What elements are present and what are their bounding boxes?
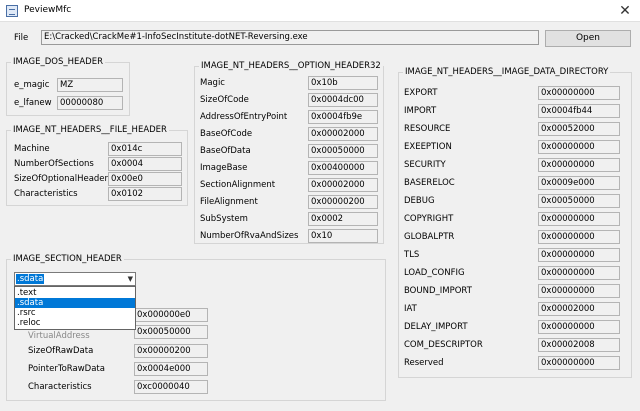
- data-dir-label: SECURITY: [404, 160, 446, 170]
- option-header-title: IMAGE_NT_HEADERS__OPTION_HEADER32: [199, 61, 383, 71]
- data-dir-label: EXEEPTION: [404, 142, 452, 152]
- option-field-label: SizeOfCode: [200, 95, 249, 105]
- option-field-value[interactable]: 0x00400000: [308, 161, 378, 175]
- section-field-label: VirtualAddress: [28, 331, 90, 341]
- data-dir-label: BASERELOC: [404, 178, 455, 188]
- file-header-field-value[interactable]: 0x014c: [108, 142, 182, 156]
- data-dir-label: TLS: [404, 250, 420, 260]
- dos-field-value[interactable]: 00000080: [57, 96, 123, 110]
- data-dir-value[interactable]: 0x00000000: [538, 356, 620, 370]
- data-dir-value[interactable]: 0x00000000: [538, 230, 620, 244]
- data-dir-value[interactable]: 0x00000000: [538, 140, 620, 154]
- dropdown-option[interactable]: .reloc: [15, 318, 135, 328]
- section-header-title: IMAGE_SECTION_HEADER: [11, 254, 124, 264]
- data-dir-label: GLOBALPTR: [404, 232, 455, 242]
- data-dir-value[interactable]: 0x00000000: [538, 212, 620, 226]
- file-header-field-label: Characteristics: [14, 189, 78, 199]
- data-dir-label: EXPORT: [404, 88, 438, 98]
- data-dir-label: LOAD_CONFIG: [404, 268, 465, 278]
- data-dir-label: IAT: [404, 304, 417, 314]
- data-dir-value[interactable]: 0x00000000: [538, 86, 620, 100]
- data-dir-label: DEBUG: [404, 196, 435, 206]
- dos-field-label: e_magic: [14, 80, 50, 90]
- dropdown-option[interactable]: .rsrc: [15, 308, 135, 318]
- dos-field-value[interactable]: MZ: [57, 78, 123, 92]
- data-dir-value[interactable]: 0x00052000: [538, 122, 620, 136]
- data-dir-value[interactable]: 0x00000000: [538, 266, 620, 280]
- option-field-label: FileAlignment: [200, 197, 258, 207]
- data-dir-label: RESOURCE: [404, 124, 451, 134]
- file-header-title: IMAGE_NT_HEADERS__FILE_HEADER: [11, 125, 169, 135]
- option-field-label: NumberOfRvaAndSizes: [200, 231, 299, 241]
- data-dir-value[interactable]: 0x00000000: [538, 158, 620, 172]
- dos-field-label: e_lfanew: [14, 98, 52, 108]
- option-field-value[interactable]: 0x10b: [308, 76, 378, 90]
- dropdown-option[interactable]: .sdata: [15, 298, 135, 308]
- close-icon[interactable]: ✕: [616, 2, 634, 20]
- section-field-value[interactable]: 0x000000e0: [134, 308, 208, 322]
- option-field-value[interactable]: 0x0002: [308, 212, 378, 226]
- file-path-field[interactable]: E:\Cracked\CrackMe#1-InfoSecInstitute-do…: [41, 30, 539, 45]
- data-dir-value[interactable]: 0x00000000: [538, 284, 620, 298]
- open-button[interactable]: Open: [545, 30, 631, 47]
- title-bar: PeviewMfc ✕: [0, 0, 640, 22]
- option-field-label: BaseOfCode: [200, 129, 253, 139]
- option-field-label: SectionAlignment: [200, 180, 276, 190]
- file-label: File: [14, 33, 29, 43]
- option-field-value[interactable]: 0x00002000: [308, 178, 378, 192]
- data-dir-label: Reserved: [404, 358, 444, 368]
- section-field-label: Characteristics: [28, 382, 92, 392]
- app-icon: [6, 5, 18, 17]
- data-dir-value[interactable]: 0x00002008: [538, 338, 620, 352]
- section-select-value: .sdata: [16, 274, 45, 284]
- data-dir-value[interactable]: 0x0009e000: [538, 176, 620, 190]
- file-header-field-label: SizeOfOptionalHeader: [14, 174, 109, 184]
- window-title: PeviewMfc: [24, 5, 72, 15]
- option-field-label: AddressOfEntryPoint: [200, 112, 288, 122]
- section-field-value[interactable]: 0xc0000040: [134, 380, 208, 394]
- data-dir-label: COPYRIGHT: [404, 214, 454, 224]
- option-field-value[interactable]: 0x0004fb9e: [308, 110, 378, 124]
- dos-header-title: IMAGE_DOS_HEADER: [11, 57, 105, 67]
- option-field-value[interactable]: 0x00000200: [308, 195, 378, 209]
- section-field-value[interactable]: 0x00000200: [134, 344, 208, 358]
- option-field-label: BaseOfData: [200, 146, 251, 156]
- file-header-field-label: NumberOfSections: [14, 159, 94, 169]
- dropdown-option[interactable]: .text: [15, 288, 135, 298]
- file-header-field-value[interactable]: 0x0102: [108, 187, 182, 201]
- data-directory-title: IMAGE_NT_HEADERS__IMAGE_DATA_DIRECTORY: [403, 67, 611, 77]
- data-dir-value[interactable]: 0x0004fb44: [538, 104, 620, 118]
- data-dir-label: COM_DESCRIPTOR: [404, 340, 483, 350]
- file-header-field-value[interactable]: 0x00e0: [108, 172, 182, 186]
- option-field-label: ImageBase: [200, 163, 248, 173]
- data-dir-label: IMPORT: [404, 106, 437, 116]
- data-dir-value[interactable]: 0x00002000: [538, 302, 620, 316]
- section-field-value[interactable]: 0x0004e000: [134, 362, 208, 376]
- option-field-value[interactable]: 0x00050000: [308, 144, 378, 158]
- section-select[interactable]: .sdata ▼: [14, 272, 136, 286]
- section-dropdown-list: .text .sdata .rsrc .reloc: [14, 286, 136, 330]
- data-dir-label: BOUND_IMPORT: [404, 286, 472, 296]
- option-field-value[interactable]: 0x00002000: [308, 127, 378, 141]
- data-dir-value[interactable]: 0x00000000: [538, 320, 620, 334]
- section-field-label: SizeOfRawData: [28, 346, 94, 356]
- option-field-label: SubSystem: [200, 214, 248, 224]
- data-dir-value[interactable]: 0x00000000: [538, 248, 620, 262]
- file-header-field-value[interactable]: 0x0004: [108, 157, 182, 171]
- section-field-value[interactable]: 0x00050000: [134, 325, 208, 339]
- option-field-label: Magic: [200, 78, 225, 88]
- section-field-label: PointerToRawData: [28, 364, 105, 374]
- option-field-value[interactable]: 0x10: [308, 229, 378, 243]
- data-dir-label: DELAY_IMPORT: [404, 322, 468, 332]
- data-dir-value[interactable]: 0x00050000: [538, 194, 620, 208]
- chevron-down-icon[interactable]: ▼: [128, 273, 133, 285]
- file-header-field-label: Machine: [14, 144, 50, 154]
- option-field-value[interactable]: 0x0004dc00: [308, 93, 378, 107]
